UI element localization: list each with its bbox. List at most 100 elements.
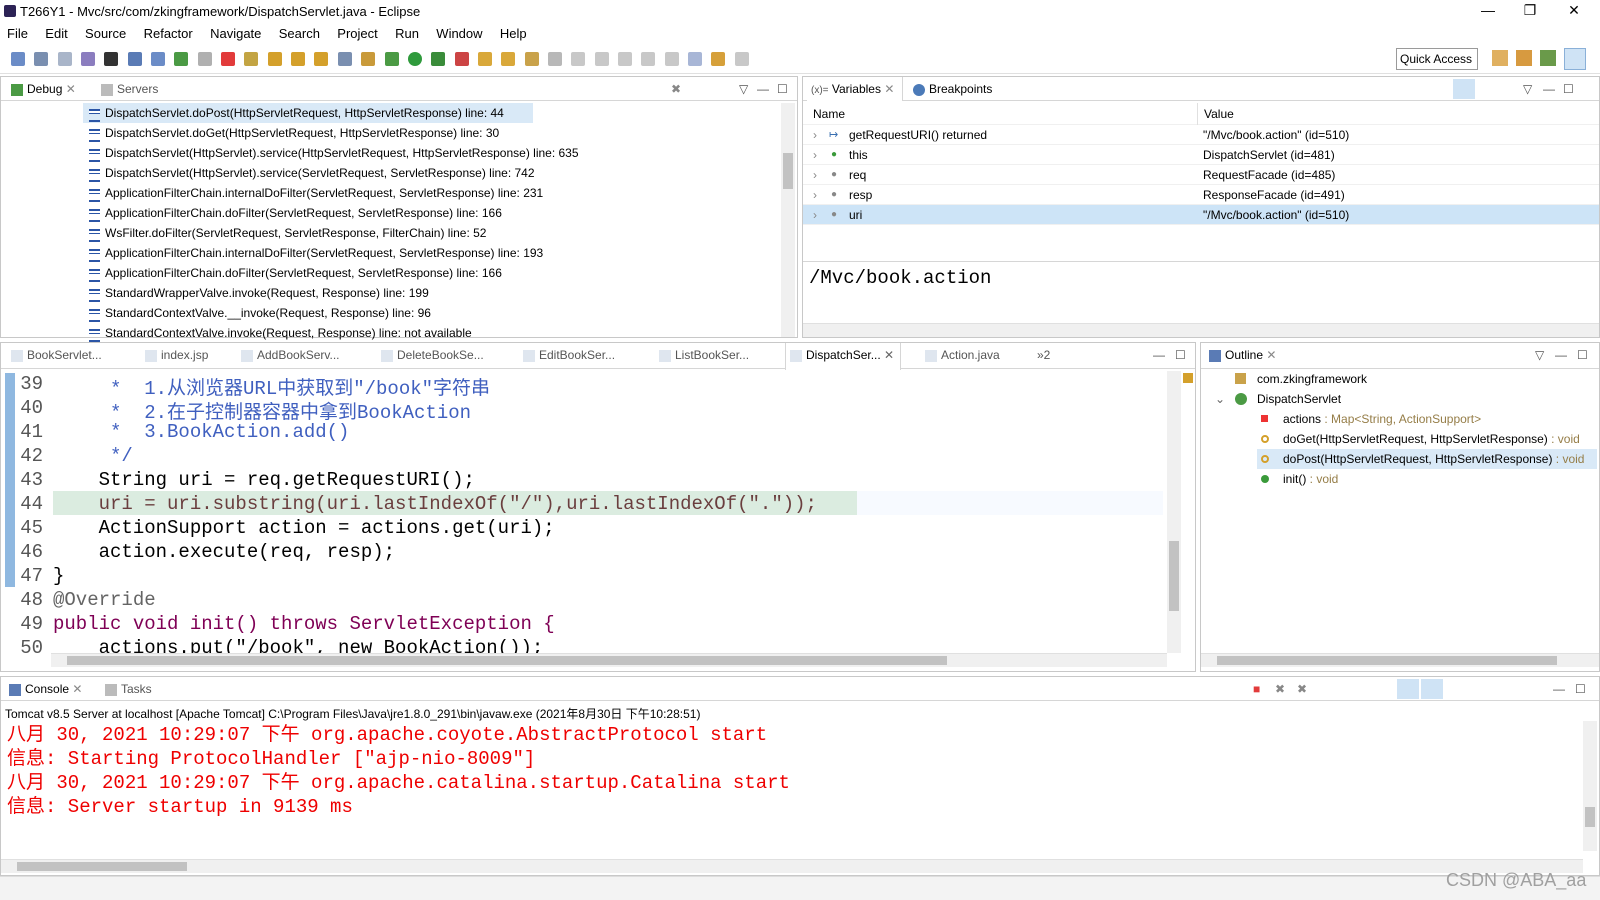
detail-scrollbar[interactable] xyxy=(803,323,1599,337)
coverage-icon[interactable] xyxy=(431,52,446,66)
expand-icon[interactable]: › xyxy=(813,185,817,205)
minimize-icon[interactable]: — xyxy=(1478,2,1498,18)
outline-item-field[interactable]: actions : Map<String, ActionSupport> xyxy=(1201,409,1597,429)
quick-access-input[interactable]: Quick Access xyxy=(1396,48,1478,70)
menu-navigate[interactable]: Navigate xyxy=(203,24,268,44)
stack-frame[interactable]: DispatchServlet(HttpServlet).service(Ser… xyxy=(83,163,773,183)
view-menu-icon[interactable]: ▽ xyxy=(735,77,748,101)
remove-launch-icon[interactable]: ✖ xyxy=(1271,677,1285,701)
stack-frame[interactable]: DispatchServlet.doPost(HttpServletReques… xyxy=(83,103,533,123)
expand-icon[interactable]: › xyxy=(813,125,817,145)
console-icon[interactable] xyxy=(127,52,142,66)
new-icon[interactable] xyxy=(11,52,25,66)
minimize-editor-icon[interactable]: — xyxy=(1149,343,1165,367)
maximize-icon[interactable]: ❐ xyxy=(1520,2,1540,19)
prev-annotation-icon[interactable] xyxy=(664,52,679,66)
expand-icon[interactable]: › xyxy=(813,165,817,185)
stack-frame[interactable]: ApplicationFilterChain.doFilter(ServletR… xyxy=(83,263,773,283)
console-output[interactable]: 八月 30, 2021 10:29:07 下午 org.apache.coyot… xyxy=(1,723,1581,819)
maximize-view-icon[interactable]: ☐ xyxy=(1571,677,1586,701)
tab-variables[interactable]: (x)= Variables ✕ xyxy=(807,77,904,101)
show-whitespace-icon[interactable] xyxy=(617,52,632,66)
tab-outline[interactable]: Outline ✕ xyxy=(1205,343,1276,367)
step-into-icon[interactable] xyxy=(267,52,282,66)
maximize-editor-icon[interactable]: ☐ xyxy=(1171,343,1186,367)
outline-item-method[interactable]: init() : void xyxy=(1201,469,1597,489)
terminate-console-icon[interactable]: ■ xyxy=(1249,677,1260,701)
java-perspective-icon[interactable] xyxy=(1540,50,1556,66)
tab-console[interactable]: Console ✕ xyxy=(5,677,82,701)
show-on-error-icon[interactable] xyxy=(1421,679,1443,699)
tab-breakpoints[interactable]: Breakpoints xyxy=(909,77,992,101)
stack-frame[interactable]: WsFilter.doFilter(ServletRequest, Servle… xyxy=(83,223,773,243)
tab-bookservlet[interactable]: BookServlet... xyxy=(7,343,102,367)
stack-frame[interactable]: DispatchServlet.doGet(HttpServletRequest… xyxy=(83,123,773,143)
expand-icon[interactable]: › xyxy=(813,205,817,225)
menu-file[interactable]: File xyxy=(0,24,35,44)
external-tools-icon[interactable] xyxy=(454,52,469,66)
block-selection-icon[interactable] xyxy=(594,52,609,66)
chevron-down-icon[interactable]: ⌄ xyxy=(1215,389,1225,409)
forward-icon[interactable] xyxy=(734,52,749,66)
suspend-icon[interactable] xyxy=(197,52,212,66)
edit-icon[interactable] xyxy=(81,52,96,66)
tab-dispatchservlet[interactable]: DispatchSer... ✕ xyxy=(785,343,902,370)
more-tabs-button[interactable]: »2 xyxy=(1033,343,1050,367)
tab-index-jsp[interactable]: index.jsp xyxy=(141,343,208,367)
open-task-icon[interactable] xyxy=(501,52,516,66)
terminate-icon[interactable] xyxy=(221,52,236,66)
stack-frame[interactable]: StandardContextValve.invoke(Request, Res… xyxy=(83,323,773,343)
column-header-value[interactable]: Value xyxy=(1197,103,1234,125)
outline-item-package[interactable]: com.zkingframework xyxy=(1201,369,1597,389)
step-over-icon[interactable] xyxy=(291,52,306,66)
console-vertical-scrollbar[interactable] xyxy=(1583,721,1597,851)
save-all-icon[interactable] xyxy=(57,52,72,66)
outline-scrollbar[interactable] xyxy=(1201,653,1599,667)
expand-icon[interactable]: › xyxy=(813,145,817,165)
save-icon[interactable] xyxy=(34,52,49,66)
menu-run[interactable]: Run xyxy=(388,24,426,44)
menu-search[interactable]: Search xyxy=(272,24,327,44)
outline-item-class[interactable]: ⌄ DispatchServlet xyxy=(1201,389,1597,409)
menu-source[interactable]: Source xyxy=(78,24,133,44)
tab-tasks[interactable]: Tasks xyxy=(101,677,152,701)
column-header-name[interactable]: Name xyxy=(813,103,845,125)
last-edit-icon[interactable] xyxy=(687,52,702,66)
debug-icon[interactable] xyxy=(384,52,399,66)
stack-frame[interactable]: DispatchServlet(HttpServlet).service(Htt… xyxy=(83,143,773,163)
tab-action-java[interactable]: Action.java xyxy=(921,343,1000,367)
disconnect-icon[interactable] xyxy=(244,52,259,66)
maximize-view-icon[interactable]: ☐ xyxy=(1573,343,1588,367)
stack-frame[interactable]: ApplicationFilterChain.internalDoFilter(… xyxy=(83,183,773,203)
minimize-view-icon[interactable]: — xyxy=(1539,77,1555,101)
maximize-view-icon[interactable]: ☐ xyxy=(773,77,788,101)
drop-to-frame-icon[interactable] xyxy=(337,52,352,66)
minimize-view-icon[interactable]: — xyxy=(1549,677,1565,701)
step-return-icon[interactable] xyxy=(314,52,329,66)
maximize-view-icon[interactable]: ☐ xyxy=(1559,77,1574,101)
view-menu-icon[interactable]: ▽ xyxy=(1531,343,1544,367)
mark-occurrences-icon[interactable] xyxy=(571,52,586,66)
stack-frame[interactable]: ApplicationFilterChain.internalDoFilter(… xyxy=(83,243,773,263)
menu-window[interactable]: Window xyxy=(429,24,489,44)
resume-icon[interactable] xyxy=(174,52,189,66)
outline-item-method-selected[interactable]: doPost(HttpServletRequest, HttpServletRe… xyxy=(1257,449,1597,469)
search-icon[interactable] xyxy=(524,52,539,66)
show-type-names-icon[interactable] xyxy=(1453,79,1475,99)
open-perspective-icon[interactable] xyxy=(1492,50,1508,66)
run-icon[interactable] xyxy=(407,52,422,66)
remove-terminated-icon[interactable]: ✖ xyxy=(667,77,681,101)
open-type-icon[interactable] xyxy=(477,52,492,66)
next-annotation-icon[interactable] xyxy=(641,52,656,66)
tab-debug[interactable]: Debug ✕ xyxy=(7,77,76,101)
tab-addbookservlet[interactable]: AddBookServ... xyxy=(237,343,340,367)
stack-frame[interactable]: StandardContextValve.__invoke(Request, R… xyxy=(83,303,773,323)
stack-frame[interactable]: StandardWrapperValve.invoke(Request, Res… xyxy=(83,283,773,303)
tab-listbookservlet[interactable]: ListBookSer... xyxy=(655,343,749,367)
menu-refactor[interactable]: Refactor xyxy=(137,24,200,44)
tab-servers[interactable]: Servers xyxy=(97,77,158,101)
console-horizontal-scrollbar[interactable] xyxy=(1,859,1583,873)
java-ee-perspective-icon[interactable] xyxy=(1516,50,1532,66)
annotation-icon[interactable] xyxy=(547,52,562,66)
variable-row[interactable]: › ● uri "/Mvc/book.action" (id=510) xyxy=(803,205,1599,225)
